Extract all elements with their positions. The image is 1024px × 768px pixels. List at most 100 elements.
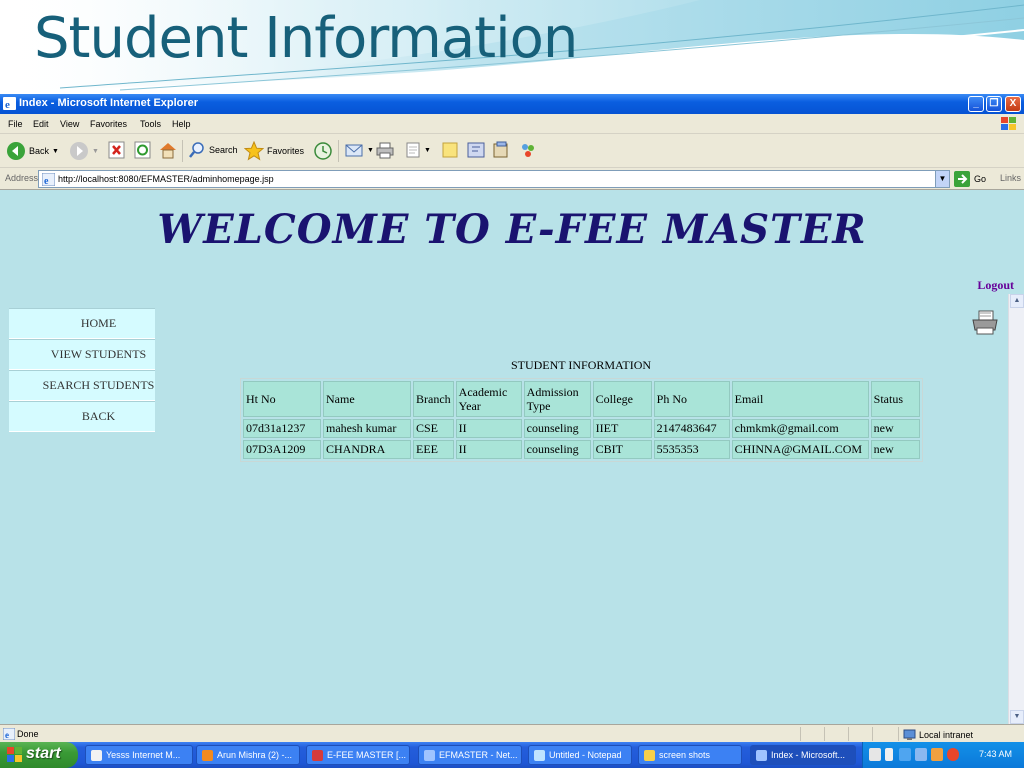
nav-home[interactable]: HOME xyxy=(9,308,155,339)
menu-help[interactable]: Help xyxy=(172,119,191,129)
slide-header: Student Information xyxy=(0,0,1024,94)
side-navigation: HOME VIEW STUDENTS SEARCH STUDENTS BACK xyxy=(9,308,155,432)
scroll-up-arrow-icon[interactable]: ▲ xyxy=(1010,294,1024,308)
address-input[interactable]: e http://localhost:8080/EFMASTER/adminho… xyxy=(38,170,950,188)
column-header: Ph No xyxy=(653,381,730,417)
nav-view-students[interactable]: VIEW STUDENTS xyxy=(9,339,155,370)
tray-icon[interactable] xyxy=(931,748,943,761)
go-label: Go xyxy=(974,174,987,184)
window-title: Index - Microsoft Internet Explorer xyxy=(19,97,199,109)
taskbar-item[interactable]: screen shots xyxy=(638,745,742,765)
address-dropdown-button[interactable]: ▼ xyxy=(935,171,949,187)
stop-button[interactable] xyxy=(108,141,125,159)
table-cell: 07d31a1237 xyxy=(243,419,321,438)
messenger-button[interactable] xyxy=(466,141,486,159)
tray-icon[interactable] xyxy=(915,748,927,761)
app-icon xyxy=(91,749,102,761)
back-button[interactable]: Back ▼ xyxy=(6,141,59,161)
tray-icon[interactable] xyxy=(899,748,911,761)
home-button[interactable] xyxy=(158,141,178,159)
column-header: College xyxy=(592,381,652,417)
taskbar-item-active[interactable]: Index - Microsoft... xyxy=(750,745,856,765)
table-row: 07d31a1237 mahesh kumar CSE II counselin… xyxy=(243,419,920,438)
stop-icon xyxy=(108,141,125,159)
scroll-down-arrow-icon[interactable]: ▼ xyxy=(1010,710,1024,724)
start-button[interactable]: start xyxy=(0,742,78,768)
tray-icon[interactable] xyxy=(885,748,893,761)
taskbar-item-label: Untitled - Notepad xyxy=(549,750,622,760)
search-button[interactable]: Search xyxy=(188,141,238,159)
people-icon xyxy=(522,144,534,157)
windows-taskbar: start Yesss Internet M... Arun Mishra (2… xyxy=(0,742,1024,768)
print-icon xyxy=(376,142,394,159)
window-titlebar[interactable]: e Index - Microsoft Internet Explorer _ … xyxy=(0,94,1024,114)
menu-tools[interactable]: Tools xyxy=(140,119,161,129)
note-icon xyxy=(442,142,458,158)
edit-button[interactable]: ▼ xyxy=(405,141,431,159)
taskbar-item[interactable]: EFMASTER - Net... xyxy=(418,745,522,765)
go-button[interactable]: Go xyxy=(954,171,986,187)
table-cell: counseling xyxy=(523,440,591,459)
menu-edit[interactable]: Edit xyxy=(33,119,49,129)
nav-back[interactable]: BACK xyxy=(9,401,155,432)
nav-home-label: HOME xyxy=(80,316,117,330)
page-ie-icon: e xyxy=(42,173,55,186)
research-button[interactable] xyxy=(492,141,510,159)
favorites-button[interactable]: Favorites xyxy=(244,141,304,161)
column-header: Status xyxy=(870,381,920,417)
mail-button[interactable]: ▼ xyxy=(344,141,374,159)
table-cell: CHANDRA xyxy=(323,440,411,459)
minimize-button[interactable]: _ xyxy=(968,96,984,112)
slide-title: Student Information xyxy=(34,6,578,71)
help-icon[interactable] xyxy=(869,748,881,761)
system-tray: 7:43 AM xyxy=(862,742,1024,768)
zone-label: Local intranet xyxy=(919,730,974,740)
taskbar-item[interactable]: Arun Mishra (2) -... xyxy=(196,745,300,765)
mail-icon xyxy=(345,144,363,157)
start-label: start xyxy=(26,745,61,762)
tray-icon[interactable] xyxy=(947,748,959,761)
address-bar: Address e http://localhost:8080/EFMASTER… xyxy=(0,168,1024,190)
people-button[interactable] xyxy=(518,141,538,159)
taskbar-item[interactable]: Untitled - Notepad xyxy=(528,745,632,765)
status-text: Done xyxy=(17,729,39,739)
back-arrow-icon xyxy=(7,142,25,160)
status-divider xyxy=(848,727,849,741)
back-dropdown-icon: ▼ xyxy=(52,147,59,155)
links-button[interactable]: Links xyxy=(1000,173,1021,183)
edit-dropdown-icon: ▼ xyxy=(424,146,431,154)
table-cell: EEE xyxy=(413,440,454,459)
restore-button[interactable]: ❐ xyxy=(986,96,1002,112)
taskbar-item[interactable]: Yesss Internet M... xyxy=(85,745,193,765)
notepad-icon xyxy=(534,749,545,761)
forward-button[interactable]: ▼ xyxy=(69,141,99,161)
taskbar-item[interactable]: E-FEE MASTER [... xyxy=(306,745,410,765)
status-divider xyxy=(898,727,899,741)
back-label: Back xyxy=(29,146,50,156)
menu-view[interactable]: View xyxy=(60,119,79,129)
table-cell: counseling xyxy=(523,419,591,438)
app-icon xyxy=(312,749,323,761)
clock: 7:43 AM xyxy=(978,749,1012,759)
nav-search-students[interactable]: SEARCH STUDENTS xyxy=(9,370,155,401)
menu-favorites[interactable]: Favorites xyxy=(90,119,127,129)
logout-link[interactable]: Logout xyxy=(977,278,1014,293)
vertical-scrollbar[interactable]: ▲ ▼ xyxy=(1008,294,1024,724)
table-cell: 07D3A1209 xyxy=(243,440,321,459)
menu-file[interactable]: File xyxy=(8,119,23,129)
discuss-button[interactable] xyxy=(441,141,459,159)
favorites-label: Favorites xyxy=(267,146,305,156)
printer-icon[interactable] xyxy=(971,310,999,336)
close-button[interactable]: X xyxy=(1005,96,1021,112)
security-zone: Local intranet xyxy=(903,729,973,741)
print-button[interactable] xyxy=(375,141,395,159)
messenger-icon xyxy=(467,142,485,158)
ie-icon xyxy=(756,749,767,761)
history-button[interactable] xyxy=(313,141,333,161)
table-cell: 5535353 xyxy=(653,440,730,459)
table-cell: II xyxy=(455,440,522,459)
app-icon xyxy=(424,749,435,761)
refresh-button[interactable] xyxy=(134,141,151,159)
mail-dropdown-icon: ▼ xyxy=(367,146,374,154)
taskbar-item-label: Arun Mishra (2) -... xyxy=(217,750,293,760)
